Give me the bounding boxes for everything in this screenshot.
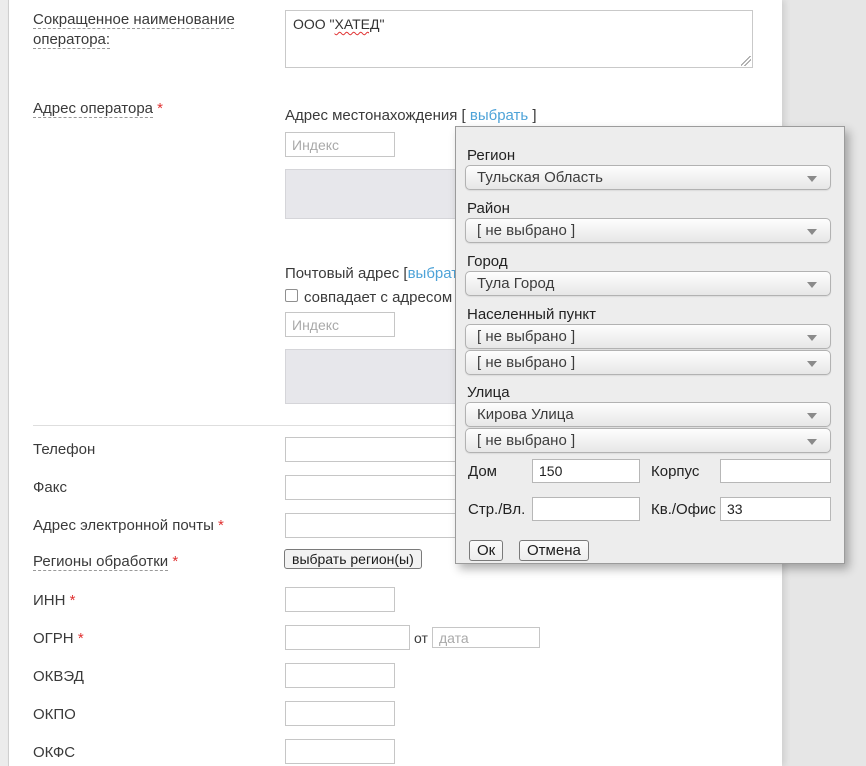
chevron-down-icon xyxy=(807,176,817,182)
house-label: Дом xyxy=(468,463,497,480)
operator-address-label: Адрес оператора * xyxy=(33,99,163,119)
textarea-resize-handle[interactable] xyxy=(741,56,751,66)
required-asterisk: * xyxy=(157,100,163,117)
chevron-down-icon xyxy=(807,361,817,367)
okved-input[interactable] xyxy=(285,663,395,688)
house-input[interactable] xyxy=(532,459,640,483)
short-name-misspelled-word: ХАТЕД xyxy=(335,16,380,32)
short-name-value-prefix: ООО " xyxy=(293,16,335,32)
ogrn-label: ОГРН * xyxy=(33,629,84,649)
city-label: Город xyxy=(467,253,508,270)
postal-index-input[interactable] xyxy=(285,312,395,337)
building-input[interactable] xyxy=(532,497,640,521)
location-address-row: Адрес местонахождения [ выбрать ] xyxy=(285,106,537,126)
fax-label: Факс xyxy=(33,478,67,498)
phone-label: Телефон xyxy=(33,440,95,460)
street-dropdown-2[interactable]: [ не выбрано ] xyxy=(465,428,831,453)
district-dropdown[interactable]: [ не выбрано ] xyxy=(465,218,831,243)
okpo-label: ОКПО xyxy=(33,705,76,725)
chevron-down-icon xyxy=(807,439,817,445)
cancel-button[interactable]: Отмена xyxy=(519,540,589,561)
korpus-label: Корпус xyxy=(651,463,699,480)
region-dropdown[interactable]: Тульская Область xyxy=(465,165,831,190)
chevron-down-icon xyxy=(807,229,817,235)
chevron-down-icon xyxy=(807,282,817,288)
okved-label: ОКВЭД xyxy=(33,667,84,687)
email-label: Адрес электронной почты * xyxy=(33,516,224,536)
district-label: Район xyxy=(467,200,510,217)
korpus-input[interactable] xyxy=(720,459,831,483)
select-regions-button[interactable]: выбрать регион(ы) xyxy=(284,549,422,569)
short-name-value-suffix: " xyxy=(379,16,384,32)
short-name-textarea[interactable]: ООО "ХАТЕД" xyxy=(285,10,753,68)
chevron-down-icon xyxy=(807,335,817,341)
settlement-label: Населенный пункт xyxy=(467,306,596,323)
processing-regions-label: Регионы обработки * xyxy=(33,552,178,572)
street-label: Улица xyxy=(467,384,510,401)
settlement-dropdown-1[interactable]: [ не выбрано ] xyxy=(465,324,831,349)
ogrn-from-label: от xyxy=(414,629,428,648)
building-label: Стр./Вл. xyxy=(468,501,525,518)
okpo-input[interactable] xyxy=(285,701,395,726)
okfs-input[interactable] xyxy=(285,739,395,764)
short-name-label: Сокращенное наименование оператора: xyxy=(33,10,248,51)
postal-same-address-checkbox[interactable] xyxy=(285,289,298,302)
required-asterisk: * xyxy=(218,517,224,534)
required-asterisk: * xyxy=(172,553,178,570)
location-address-select-link[interactable]: выбрать xyxy=(470,107,528,124)
settlement-dropdown-2[interactable]: [ не выбрано ] xyxy=(465,350,831,375)
region-label: Регион xyxy=(467,147,515,164)
left-panel-edge xyxy=(0,0,9,766)
city-dropdown[interactable]: Тула Город xyxy=(465,271,831,296)
inn-input[interactable] xyxy=(285,587,395,612)
ogrn-date-input[interactable] xyxy=(432,627,540,648)
chevron-down-icon xyxy=(807,413,817,419)
required-asterisk: * xyxy=(70,592,76,609)
street-dropdown-1[interactable]: Кирова Улица xyxy=(465,402,831,427)
location-index-input[interactable] xyxy=(285,132,395,157)
office-input[interactable] xyxy=(720,497,831,521)
okfs-label: ОКФС xyxy=(33,743,75,763)
required-asterisk: * xyxy=(78,630,84,647)
inn-label: ИНН * xyxy=(33,591,75,611)
ok-button[interactable]: Ок xyxy=(469,540,503,561)
ogrn-input[interactable] xyxy=(285,625,410,650)
address-select-popup: Регион Тульская Область Район [ не выбра… xyxy=(455,126,845,564)
postal-address-row: Почтовый адрес [выбрать xyxy=(285,264,466,284)
postal-same-address-label: совпадает с адресом ме xyxy=(304,288,475,308)
office-label: Кв./Офис xyxy=(651,501,716,518)
